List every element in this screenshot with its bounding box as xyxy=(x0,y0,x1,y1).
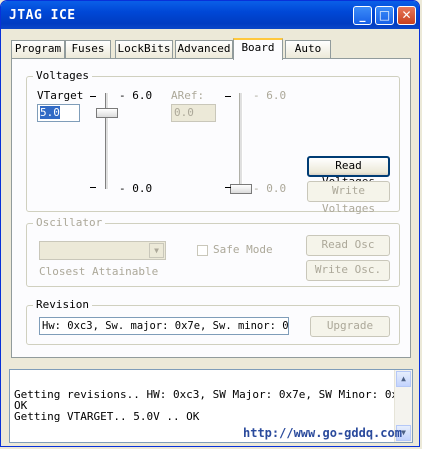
oscillator-frequency-select[interactable]: ▼ xyxy=(39,241,166,260)
write-voltages-button[interactable]: Write Voltages xyxy=(307,181,390,215)
read-osc-button[interactable]: Read Osc xyxy=(306,235,390,256)
upgrade-button[interactable]: Upgrade xyxy=(310,316,390,337)
vtarget-field[interactable]: 5.0 xyxy=(37,104,80,122)
aref-max-label: - 6.0 xyxy=(253,89,287,102)
tab-lockbits[interactable]: LockBits xyxy=(115,40,173,58)
revision-value: Hw: 0xc3, Sw. major: 0x7e, Sw. minor: 0x… xyxy=(42,320,289,332)
log-line: Getting VTARGET.. 5.0V .. OK xyxy=(14,410,200,423)
voltages-group-label: Voltages xyxy=(33,69,92,82)
tab-program[interactable]: Program xyxy=(11,40,65,58)
chevron-down-icon: ▼ xyxy=(149,243,164,258)
revision-group-label: Revision xyxy=(33,298,92,311)
maximize-button[interactable]: □ xyxy=(375,6,394,25)
tab-board[interactable]: Board xyxy=(233,38,283,60)
read-osc-label: Read Osc xyxy=(321,238,375,251)
vtarget-slider-thumb[interactable] xyxy=(96,108,118,119)
log-line: Getting revisions.. HW: 0xc3, SW Major: … xyxy=(14,388,413,401)
read-voltages-button[interactable]: Read Voltages xyxy=(307,156,390,188)
revision-group: Revision Hw: 0xc3, Sw. major: 0x7e, Sw. … xyxy=(26,298,400,345)
window-title: JTAG ICE xyxy=(9,8,76,23)
vtarget-slider-track[interactable] xyxy=(105,93,109,189)
aref-label: ARef: xyxy=(171,89,205,102)
voltages-group: Voltages VTarget 5.0 - 6.0 - 0.0 ARef: 0… xyxy=(26,69,400,215)
minimize-icon: _ xyxy=(359,8,366,22)
oscillator-group: Oscillator ▼ Closest Attainable Safe Mod… xyxy=(26,216,400,287)
vtarget-min-label: - 0.0 xyxy=(119,182,153,195)
write-osc-label: Write Osc. xyxy=(314,263,382,276)
aref-min-tick xyxy=(225,187,231,188)
aref-value: 0.0 xyxy=(174,106,194,119)
aref-max-tick xyxy=(225,96,231,97)
vtarget-max-tick xyxy=(90,96,96,97)
revision-field[interactable]: Hw: 0xc3, Sw. major: 0x7e, Sw. minor: 0x… xyxy=(39,317,289,335)
write-voltages-label: Write Voltages xyxy=(322,184,375,215)
watermark-text: http://www.go-gddq.com xyxy=(243,426,402,440)
safe-mode-label: Safe Mode xyxy=(213,243,273,256)
aref-field[interactable]: 0.0 xyxy=(171,104,216,122)
tab-advanced[interactable]: Advanced xyxy=(175,40,233,58)
vtarget-max-label: - 6.0 xyxy=(119,89,153,102)
closest-attainable-label: Closest Attainable xyxy=(39,265,159,278)
aref-slider-thumb[interactable] xyxy=(230,184,252,194)
scroll-up-icon[interactable]: ▲ xyxy=(396,371,411,387)
minimize-button[interactable]: _ xyxy=(353,6,372,25)
aref-min-label: - 0.0 xyxy=(253,182,287,195)
jtag-ice-window: JTAG ICE _ □ ✕ Program Fuses LockBits Ad… xyxy=(0,0,420,447)
maximize-icon: □ xyxy=(378,8,391,22)
vtarget-min-tick xyxy=(90,187,96,188)
upgrade-label: Upgrade xyxy=(326,319,374,332)
vtarget-label: VTarget xyxy=(37,89,84,102)
safe-mode-checkbox[interactable] xyxy=(197,245,208,256)
write-osc-button[interactable]: Write Osc. xyxy=(306,260,390,281)
tab-fuses[interactable]: Fuses xyxy=(65,40,111,58)
vtarget-value: 5.0 xyxy=(40,106,60,119)
close-button[interactable]: ✕ xyxy=(397,6,416,25)
tab-auto[interactable]: Auto xyxy=(285,40,331,58)
board-panel: Voltages VTarget 5.0 - 6.0 - 0.0 ARef: 0… xyxy=(11,58,411,358)
oscillator-group-label: Oscillator xyxy=(33,216,106,229)
aref-slider-track[interactable] xyxy=(239,93,243,189)
title-bar[interactable]: JTAG ICE _ □ ✕ xyxy=(1,1,419,29)
close-icon: ✕ xyxy=(401,8,412,22)
